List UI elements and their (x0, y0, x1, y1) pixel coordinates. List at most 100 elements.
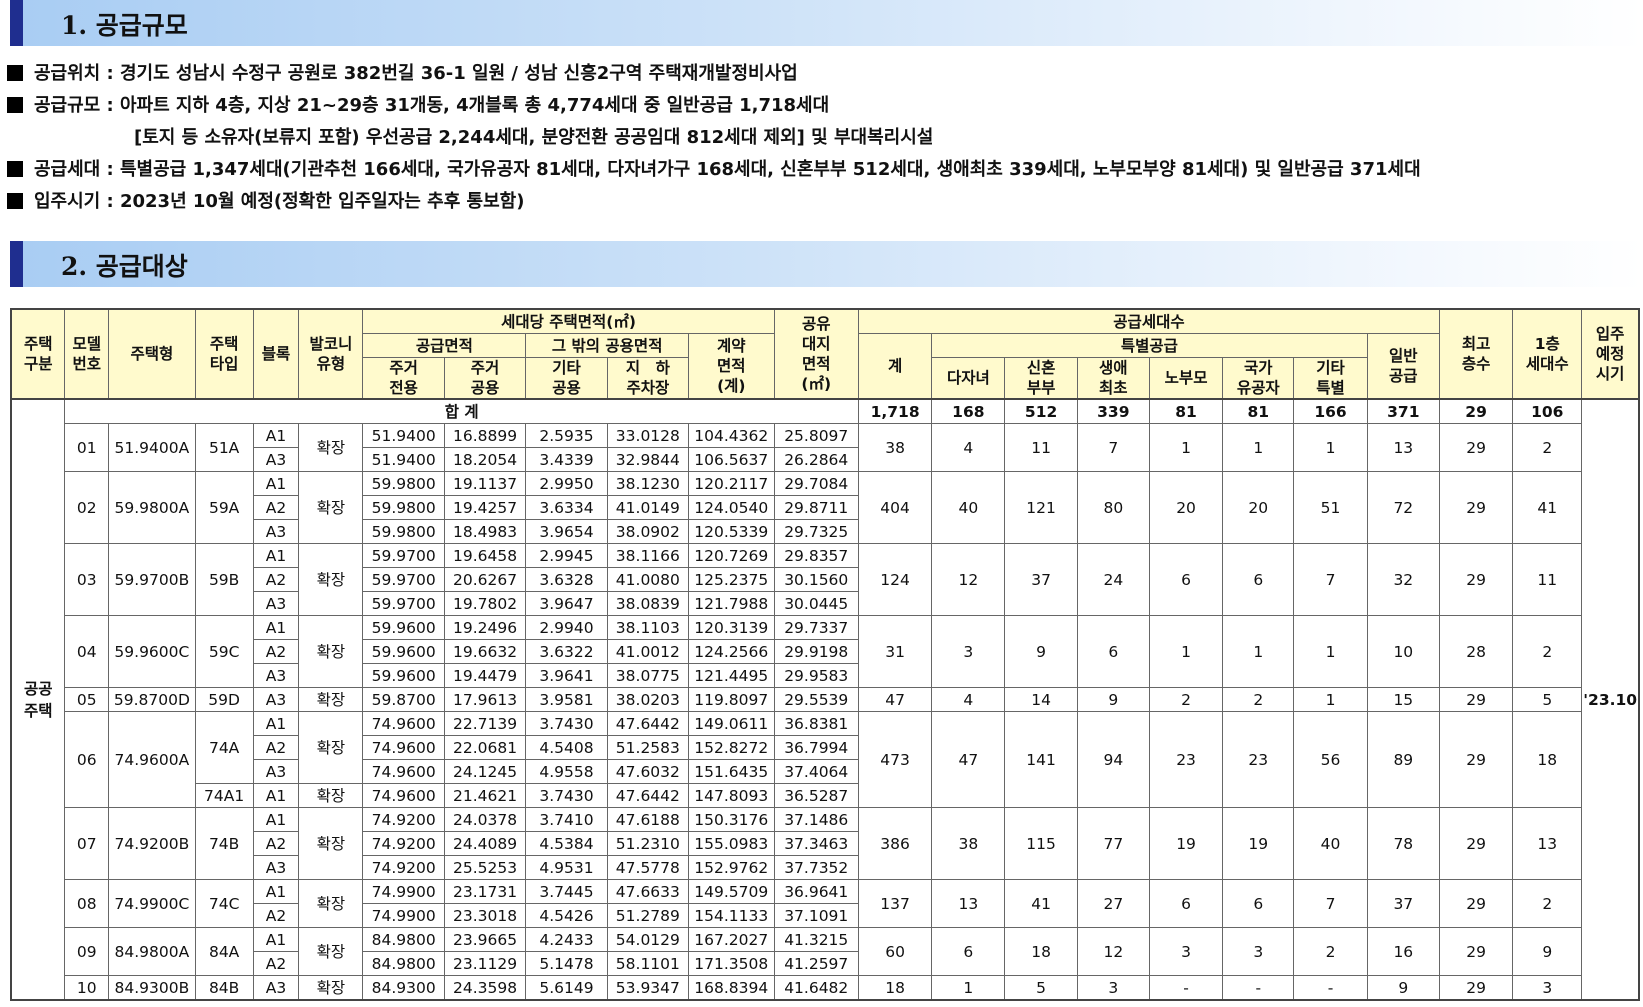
units-first-floor: 2 (1512, 423, 1583, 472)
supply-table: 주택 구분 모델 번호 주택형 주택 타입 블록 발코니 유형 세대당 주택면적… (10, 308, 1640, 1001)
area-other: 3.4339 (525, 447, 608, 472)
units-top-floor: 29 (1438, 543, 1514, 616)
area-common: 18.4983 (443, 519, 527, 544)
block: A3 (252, 975, 300, 1001)
area-contract: 155.0983 (688, 831, 775, 856)
units-elderly: 23 (1148, 711, 1224, 808)
table-row: 10 84.9300B 84B A3 확장 84.9300 24.3598 5.6149 53.… (11, 975, 1639, 1001)
info-item: 공급위치 : 경기도 성남시 수정구 공원로 382번길 36-1 일원 / 성… (5, 58, 1635, 90)
block: A1 (252, 423, 300, 448)
area-private: 59.9600 (362, 663, 445, 688)
area-land: 29.7084 (773, 471, 859, 496)
units-top-floor: 29 (1438, 927, 1514, 976)
supply-table-wrapper: 주택 구분 모델 번호 주택형 주택 타입 블록 발코니 유형 세대당 주택면적… (10, 308, 1640, 1001)
table-row: 05 59.8700D 59D A3 확장 59.8700 17.9613 3.9581 38.… (11, 687, 1639, 712)
area-private: 51.9400 (362, 423, 445, 448)
area-other: 3.6328 (525, 567, 608, 592)
area-land: 29.9583 (773, 663, 859, 688)
model-no: 09 (64, 927, 110, 976)
header-common: 주거 공용 (443, 357, 527, 400)
block: A1 (252, 927, 300, 952)
units-general: 37 (1366, 879, 1440, 928)
units-newlywed: 121 (1004, 471, 1078, 544)
header-other-special: 기타 특별 (1293, 357, 1368, 400)
units-newlywed: 41 (1004, 879, 1078, 928)
area-parking: 47.5778 (606, 855, 690, 880)
header-multi-child: 다자녀 (931, 357, 1006, 400)
units-first-floor: 41 (1512, 471, 1583, 544)
section-1-title: 1. 공급규모 (61, 11, 188, 40)
area-parking: 38.0775 (606, 663, 690, 688)
units-top-floor: 29 (1438, 471, 1514, 544)
block: A3 (252, 663, 300, 688)
header-newlywed: 신혼 부부 (1004, 357, 1078, 400)
model-no: 10 (64, 975, 110, 1001)
house-type: 74.9600A (108, 711, 196, 808)
area-parking: 51.2310 (606, 831, 690, 856)
info-item: 공급세대 : 특별공급 1,347세대(기관추천 166세대, 국가유공자 81… (5, 154, 1635, 186)
unit-type: 51A (194, 423, 254, 472)
units-elderly: - (1148, 975, 1224, 1001)
block: A2 (252, 951, 300, 976)
area-common: 19.6458 (443, 543, 527, 568)
units-veteran: 1 (1222, 423, 1295, 472)
area-common: 23.3018 (443, 903, 527, 928)
area-other: 4.9558 (525, 759, 608, 784)
units-veteran: 6 (1222, 543, 1295, 616)
house-type: 59.9600C (108, 615, 196, 688)
house-type: 59.8700D (108, 687, 196, 712)
units-newlywed: 37 (1004, 543, 1078, 616)
area-land: 25.8097 (773, 423, 859, 448)
block: A3 (252, 591, 300, 616)
area-parking: 47.6188 (606, 807, 690, 832)
units-veteran: - (1222, 975, 1295, 1001)
area-other: 3.7430 (525, 783, 608, 808)
units-first-floor: 2 (1512, 879, 1583, 928)
area-land: 29.7325 (773, 519, 859, 544)
units-veteran: 3 (1222, 927, 1295, 976)
area-private: 84.9800 (362, 927, 445, 952)
units-general: 72 (1366, 471, 1440, 544)
bullet-square-icon (7, 161, 23, 177)
area-private: 74.9200 (362, 831, 445, 856)
area-parking: 53.9347 (606, 975, 690, 1001)
area-other: 3.9581 (525, 687, 608, 712)
area-contract: 121.4495 (688, 663, 775, 688)
area-common: 17.9613 (443, 687, 527, 712)
balcony-type: 확장 (298, 927, 364, 976)
total-count: 1,718 (857, 398, 933, 424)
block: A2 (252, 639, 300, 664)
area-parking: 41.0012 (606, 639, 690, 664)
units-multi-child: 4 (931, 423, 1006, 472)
units-first-floor: 5 (1512, 687, 1583, 712)
bullet-square-icon (7, 97, 23, 113)
balcony-type: 확장 (298, 711, 364, 784)
units-other-special: 56 (1293, 711, 1368, 808)
area-common: 24.1245 (443, 759, 527, 784)
balcony-type: 확장 (298, 615, 364, 688)
header-house-category: 주택 구분 (10, 308, 66, 400)
area-parking: 38.0839 (606, 591, 690, 616)
area-private: 74.9900 (362, 879, 445, 904)
unit-type: 74A1 (194, 783, 254, 808)
header-block: 블록 (252, 308, 300, 400)
units-first-life: 27 (1076, 879, 1150, 928)
units-top-floor: 28 (1438, 615, 1514, 688)
area-other: 2.9945 (525, 543, 608, 568)
area-common: 23.9665 (443, 927, 527, 952)
units-veteran: 2 (1222, 687, 1295, 712)
units-first-floor: 2 (1512, 615, 1583, 688)
units-first-life: 3 (1076, 975, 1150, 1001)
units-veteran: 23 (1222, 711, 1295, 808)
units-newlywed: 11 (1004, 423, 1078, 472)
units-top-floor: 29 (1438, 711, 1514, 808)
table-row: 07 74.9200B 74B A1 확장 74.9200 24.0378 3.7410 47.… (11, 807, 1639, 880)
header-area-group: 세대당 주택면적(㎡) (362, 308, 775, 334)
block: A1 (252, 879, 300, 904)
total-top-floor: 29 (1438, 398, 1514, 424)
area-private: 84.9800 (362, 951, 445, 976)
unit-type: 84A (194, 927, 254, 976)
units-elderly: 6 (1148, 879, 1224, 928)
units-first-floor: 13 (1512, 807, 1583, 880)
unit-type: 74C (194, 879, 254, 928)
